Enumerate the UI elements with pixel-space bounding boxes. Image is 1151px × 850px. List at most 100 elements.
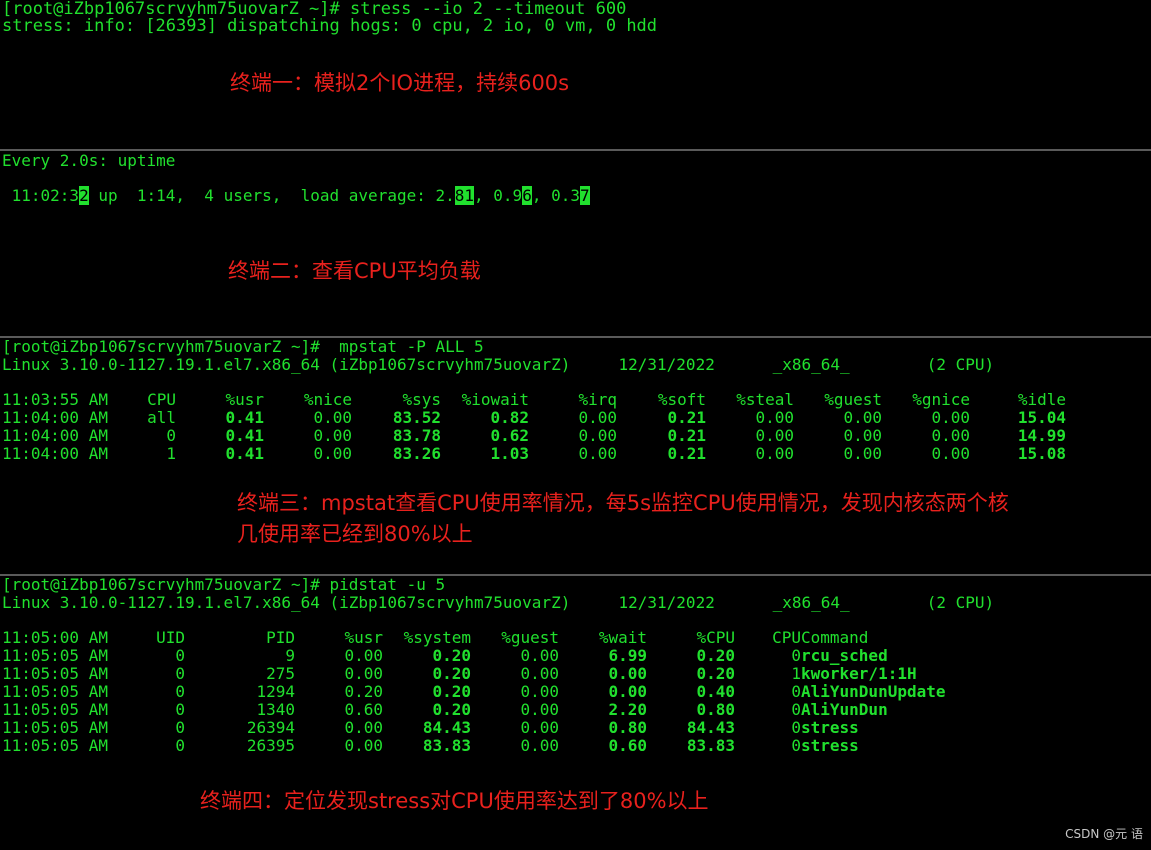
table-cell: 0.00 — [608, 682, 647, 701]
table-cell: 0.20 — [696, 646, 735, 665]
table-cell: 11:05:05 AM — [2, 718, 108, 737]
table-cell: 0.20 — [432, 664, 471, 683]
terminal3-caption-line2: 几使用率已经到80%以上 — [237, 522, 473, 546]
table-cell: 0.00 — [344, 736, 383, 755]
table-cell: 15.04 — [1017, 408, 1066, 427]
pidstat-row: 11:05:05 AM 0 26395 0.00 83.83 0.00 0.60 83.83 0… — [2, 737, 1021, 755]
table-cell: 84.43 — [686, 718, 735, 737]
table-cell: 2.20 — [608, 700, 647, 719]
table-cell: 0 — [791, 646, 801, 665]
table-cell: 0.00 — [578, 444, 617, 463]
table-cell: kworker/1:1H — [801, 664, 917, 683]
table-cell: %wait — [598, 628, 647, 647]
table-cell: 15.08 — [1017, 444, 1066, 463]
uptime-line: 11:02:32 up 1:14, 4 users, load average:… — [2, 186, 590, 205]
terminal-pane-1[interactable]: [root@iZbp1067scrvyhm75uovarZ ~]# stress… — [0, 0, 1151, 149]
table-cell: %soft — [657, 390, 706, 409]
table-cell: 0.00 — [608, 664, 647, 683]
table-cell: 83.78 — [392, 426, 441, 445]
terminal4-caption: 终端四：定位发现stress对CPU使用率达到了80%以上 — [200, 789, 709, 813]
watermark: CSDN @元 语 — [1065, 827, 1143, 841]
table-cell: 0.00 — [520, 646, 559, 665]
table-cell: 0.21 — [667, 426, 706, 445]
table-cell: 0.00 — [344, 664, 383, 683]
table-cell: PID — [266, 628, 295, 647]
table-cell: 11:05:05 AM — [2, 736, 108, 755]
terminal1-caption: 终端一：模拟2个IO进程，持续600s — [230, 71, 570, 95]
terminal-pane-4[interactable]: [root@iZbp1067scrvyhm75uovarZ ~]# pidsta… — [0, 576, 1151, 850]
table-cell: 0.21 — [667, 444, 706, 463]
table-cell: 83.83 — [686, 736, 735, 755]
table-cell: 0.00 — [578, 426, 617, 445]
table-header-row: 11:05:00 AM UID PID %usr %system %guest %wait%… — [2, 629, 1021, 647]
table-cell: 0 — [791, 736, 801, 755]
terminal2-caption: 终端二：查看CPU平均负载 — [228, 259, 481, 283]
table-cell: 0.60 — [344, 700, 383, 719]
table-cell: %sys — [402, 390, 441, 409]
table-cell: 0.20 — [696, 664, 735, 683]
table-cell: 0.00 — [520, 664, 559, 683]
table-cell: AliYunDun — [801, 700, 888, 719]
changed-value-highlight: 6 — [522, 186, 532, 205]
table-cell: 0 — [175, 646, 185, 665]
terminal-pane-3[interactable]: [root@iZbp1067scrvyhm75uovarZ ~]# mpstat… — [0, 338, 1151, 574]
terminal3-prompt: [root@iZbp1067scrvyhm75uovarZ ~]# mpstat… — [2, 337, 484, 356]
table-cell: 1294 — [256, 682, 295, 701]
table-cell: UID — [156, 628, 185, 647]
table-cell: 6.99 — [608, 646, 647, 665]
table-cell: 0.82 — [490, 408, 529, 427]
table-cell: %idle — [1017, 390, 1066, 409]
table-cell: 0 — [175, 682, 185, 701]
table-cell: %nice — [303, 390, 352, 409]
table-cell: 0.00 — [313, 408, 352, 427]
table-cell: %system — [403, 628, 471, 647]
cursor-highlight: 2 — [79, 186, 89, 205]
table-cell: %gnice — [912, 390, 970, 409]
table-cell: 0 — [166, 426, 176, 445]
table-cell: 11:05:00 AM — [2, 628, 108, 647]
table-cell: 0.00 — [755, 408, 794, 427]
terminal3-caption-line1: 终端三：mpstat查看CPU使用率情况，每5s监控CPU使用情况，发现内核态两… — [237, 491, 1009, 515]
table-cell: 0.60 — [608, 736, 647, 755]
table-cell: 83.26 — [392, 444, 441, 463]
table-cell: 0 — [791, 682, 801, 701]
mpstat-row: 11:04:00 AM 1 0.41 0.00 83.26 1.03 0.00 0.21 0.0… — [2, 445, 1066, 463]
table-cell: %usr — [225, 390, 264, 409]
table-cell: %irq — [578, 390, 617, 409]
table-cell: 11:03:55 AM — [2, 390, 108, 409]
table-header-row: 11:03:55 AM CPU %usr %nice %sys %iowait %irq %s… — [2, 391, 1066, 409]
pidstat-row: 11:05:05 AM 0 275 0.00 0.20 0.00 0.00 0.20 1 kwor… — [2, 665, 1021, 683]
table-cell: %steal — [736, 390, 794, 409]
mpstat-row: 11:04:00 AM 0 0.41 0.00 83.78 0.62 0.00 0.21 0.0… — [2, 427, 1066, 445]
table-cell: all — [147, 408, 176, 427]
table-cell: 0.41 — [225, 426, 264, 445]
table-cell: 14.99 — [1017, 426, 1066, 445]
terminal4-prompt: [root@iZbp1067scrvyhm75uovarZ ~]# pidsta… — [2, 575, 446, 594]
changed-value-highlight: 81 — [454, 186, 475, 205]
table-cell: 0.41 — [225, 444, 264, 463]
table-cell: 0.00 — [843, 426, 882, 445]
table-cell: 26395 — [246, 736, 295, 755]
table-cell: 0.80 — [696, 700, 735, 719]
table-cell: 0.20 — [432, 682, 471, 701]
table-cell: 0.00 — [520, 718, 559, 737]
terminal-pane-2[interactable]: Every 2.0s: uptime 11:02:32 up 1:14, 4 u… — [0, 151, 1151, 336]
table-cell: %guest — [824, 390, 882, 409]
table-cell: 11:04:00 AM — [2, 444, 108, 463]
changed-value-highlight: 7 — [580, 186, 590, 205]
pidstat-table: 11:05:00 AM UID PID %usr %system %guest %wait%… — [2, 629, 1021, 755]
terminal3-sysinfo: Linux 3.10.0-1127.19.1.el7.x86_64 (iZbp1… — [2, 355, 995, 374]
table-cell: 0.00 — [313, 444, 352, 463]
table-cell: 9 — [285, 646, 295, 665]
table-cell: %usr — [344, 628, 383, 647]
table-cell: 0 — [175, 664, 185, 683]
table-cell: 0.00 — [931, 408, 970, 427]
table-cell: 83.83 — [422, 736, 471, 755]
table-cell: stress — [801, 718, 859, 737]
table-cell: 11:05:05 AM — [2, 700, 108, 719]
table-cell: CPU — [772, 628, 801, 647]
table-cell: 0.00 — [931, 444, 970, 463]
table-cell: 1.03 — [490, 444, 529, 463]
table-cell: 0.20 — [432, 646, 471, 665]
table-cell: 0 — [175, 700, 185, 719]
